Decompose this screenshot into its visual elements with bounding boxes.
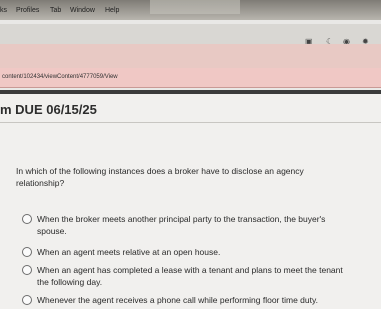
radio-button[interactable] xyxy=(22,214,32,224)
page-title: m DUE 06/15/25 xyxy=(0,102,97,117)
answer-option-1[interactable]: When the broker meets another principal … xyxy=(22,213,347,237)
answer-text[interactable]: Whenever the agent receives a phone call… xyxy=(37,294,347,306)
radio-button[interactable] xyxy=(22,265,32,275)
menu-item-tab[interactable]: Tab xyxy=(50,7,61,14)
radio-button[interactable] xyxy=(22,295,32,305)
menu-item-profiles[interactable]: Profiles xyxy=(16,7,39,14)
menu-bar xyxy=(0,24,381,46)
answer-option-4[interactable]: Whenever the agent receives a phone call… xyxy=(22,294,347,306)
menu-item-bookmarks[interactable]: ks xyxy=(0,7,7,14)
header-divider xyxy=(0,90,381,94)
menu-item-window[interactable]: Window xyxy=(70,7,95,14)
question-text: In which of the following instances does… xyxy=(16,166,304,188)
url-text[interactable]: content/102434/viewContent/4777059/View xyxy=(2,74,118,80)
radio-button[interactable] xyxy=(22,247,32,257)
answer-option-3[interactable]: When an agent has completed a lease with… xyxy=(22,264,347,288)
answer-option-2[interactable]: When an agent meets relative at an open … xyxy=(22,246,347,258)
answer-text[interactable]: When an agent meets relative at an open … xyxy=(37,246,347,258)
bezel-reflection xyxy=(150,0,240,14)
answer-text[interactable]: When the broker meets another principal … xyxy=(37,213,347,237)
menu-item-help[interactable]: Help xyxy=(105,7,119,14)
title-separator xyxy=(0,122,381,123)
tab-strip xyxy=(0,44,381,68)
answer-text[interactable]: When an agent has completed a lease with… xyxy=(37,264,347,288)
